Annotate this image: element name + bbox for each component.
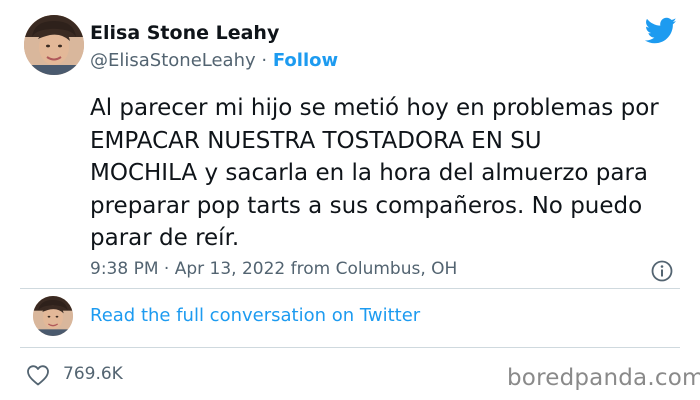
avatar[interactable] xyxy=(24,15,84,75)
follow-button[interactable]: Follow xyxy=(273,50,338,71)
handle-row: @ElisaStoneLeahy · Follow xyxy=(90,50,338,71)
read-conversation-link[interactable]: Read the full conversation on Twitter xyxy=(90,305,420,326)
tweet-line: EMPACAR NUESTRA TOSTADORA EN SU xyxy=(90,127,542,154)
avatar-photo xyxy=(24,15,84,75)
avatar-small[interactable] xyxy=(33,296,73,336)
avatar-photo xyxy=(33,296,73,336)
tweet-text: Al parecer mi hijo se metió hoy en probl… xyxy=(90,92,690,255)
info-icon[interactable] xyxy=(650,259,674,283)
tweet-card: Elisa Stone Leahy @ElisaStoneLeahy · Fol… xyxy=(0,0,700,400)
tweet-timestamp[interactable]: 9:38 PM · Apr 13, 2022 from Columbus, OH xyxy=(90,259,457,279)
separator: · xyxy=(261,50,268,71)
tweet-line: MOCHILA y sacarla en la hora del almuerz… xyxy=(90,160,649,186)
tweet-line: parar de reír. xyxy=(90,225,240,251)
divider xyxy=(20,288,680,289)
like-count: 769.6K xyxy=(63,364,123,384)
twitter-bird-icon[interactable] xyxy=(645,17,677,45)
tweet-line: preparar pop tarts a sus compañeros. No … xyxy=(90,192,643,219)
watermark: boredpanda.com xyxy=(507,365,700,391)
tweet-line: Al parecer mi hijo se metió hoy en probl… xyxy=(90,95,659,121)
heart-icon[interactable] xyxy=(26,364,50,386)
user-name[interactable]: Elisa Stone Leahy xyxy=(90,22,279,44)
divider xyxy=(20,347,680,348)
user-handle[interactable]: @ElisaStoneLeahy xyxy=(90,50,256,71)
